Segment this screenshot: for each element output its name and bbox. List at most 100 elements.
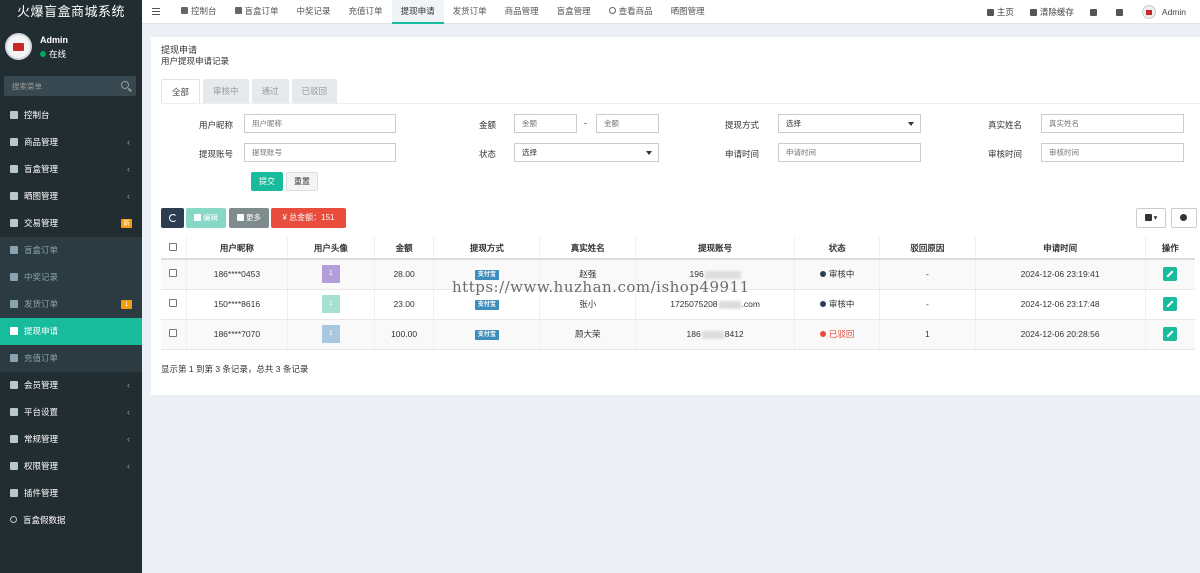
- column-header[interactable]: 金额: [373, 237, 434, 260]
- user-avatar-thumb[interactable]: 1: [321, 295, 340, 313]
- nickname-input[interactable]: [244, 114, 396, 133]
- row-checkbox[interactable]: [169, 299, 178, 307]
- nav-tab[interactable]: 提现申请: [391, 0, 444, 24]
- columns-toggle-button[interactable]: ▾: [1136, 208, 1166, 228]
- filter-tab[interactable]: 全部: [161, 79, 201, 103]
- sidebar-item[interactable]: 中奖记录: [0, 264, 142, 291]
- filter-tab[interactable]: 审核中: [203, 79, 249, 103]
- nav-tab[interactable]: 盲盒订单: [226, 0, 288, 24]
- filter-tab[interactable]: 已驳回: [291, 79, 338, 103]
- sidebar-item[interactable]: 会员管理 ‹: [0, 372, 142, 399]
- nav-tab[interactable]: 查看商品: [600, 0, 662, 24]
- nav-tab[interactable]: 盲盒管理: [548, 0, 600, 24]
- sidebar-item[interactable]: 平台设置 ‹: [0, 399, 142, 426]
- nav-tab[interactable]: 发货订单: [444, 0, 496, 24]
- amount-min-input[interactable]: [514, 114, 577, 133]
- sidebar-item[interactable]: 提现申请: [0, 318, 142, 345]
- refresh-button[interactable]: [161, 208, 184, 228]
- nav-tab-label: 中奖记录: [296, 6, 331, 16]
- sidebar-item[interactable]: 商品管理 ‹: [0, 129, 142, 156]
- edit-icon[interactable]: [1163, 267, 1178, 282]
- reset-button[interactable]: 重置: [286, 172, 318, 191]
- total-amount-button[interactable]: ¥ 总金额：151: [271, 208, 346, 228]
- sidebar-item[interactable]: 充值订单: [0, 345, 142, 372]
- sidebar-item[interactable]: 控制台: [0, 102, 142, 129]
- sidebar-item-label: 权限管理: [24, 461, 59, 471]
- amount-max-input[interactable]: [596, 114, 659, 133]
- column-header[interactable]: 提现方式: [433, 237, 540, 260]
- refresh-icon: [168, 214, 177, 223]
- operation-cell: [1144, 259, 1195, 290]
- sidebar-item[interactable]: 插件管理: [0, 480, 142, 507]
- sidebar-item[interactable]: 盲盒管理 ‹: [0, 156, 142, 183]
- row-checkbox[interactable]: [169, 269, 178, 278]
- group-icon: [10, 461, 18, 470]
- chevron-left-icon: ‹: [127, 407, 130, 417]
- submit-button[interactable]: 提交: [251, 172, 283, 191]
- review-time-input[interactable]: [1041, 143, 1184, 162]
- status-cell: 已驳回: [794, 319, 880, 350]
- admin-label: Admin: [1161, 7, 1186, 17]
- account-input[interactable]: [244, 143, 396, 162]
- nickname-cell: 186****0453: [185, 259, 288, 290]
- sidebar-item[interactable]: 交易管理 新: [0, 210, 142, 237]
- sidebar-item[interactable]: 盲盒假数据: [0, 507, 142, 534]
- sidebar-item[interactable]: 权限管理 ‹: [0, 453, 142, 480]
- translate-button[interactable]: [1082, 0, 1108, 24]
- nav-tab-label: 盲盒订单: [244, 6, 279, 16]
- user-status: 在线: [40, 48, 66, 60]
- nav-tab[interactable]: 控制台: [172, 0, 226, 24]
- edit-button[interactable]: 编辑: [186, 208, 226, 228]
- nickname-cell: 150****8616: [185, 289, 288, 320]
- sidebar-item[interactable]: 发货订单 1: [0, 291, 142, 318]
- nav-tab-label: 盲盒管理: [556, 6, 591, 16]
- menu-toggle-icon[interactable]: [152, 8, 160, 15]
- home-icon: [986, 8, 994, 16]
- account-mask: [701, 330, 724, 339]
- edit-icon[interactable]: [1163, 327, 1178, 341]
- column-header[interactable]: 提现账号: [634, 237, 795, 260]
- table-row[interactable]: 186****7070 1 100.00 支付宝 顾大荣 186 8412 已驳回 1 2024-…: [161, 319, 1195, 350]
- home-link[interactable]: 主页: [979, 0, 1022, 24]
- gift-icon: [10, 164, 18, 173]
- fullscreen-button[interactable]: [1108, 0, 1134, 24]
- nav-tab[interactable]: 中奖记录: [288, 0, 340, 24]
- apply-time-cell: 2024-12-06 23:17:48: [974, 289, 1146, 320]
- column-header[interactable]: 操作: [1144, 237, 1195, 260]
- menu-search-input[interactable]: [4, 76, 114, 96]
- user-avatar-thumb[interactable]: 1: [321, 265, 340, 284]
- row-checkbox[interactable]: [169, 329, 178, 337]
- column-header[interactable]: 申请时间: [974, 237, 1146, 260]
- nav-tab-label: 控制台: [191, 6, 217, 16]
- trophy-icon: [10, 272, 18, 281]
- column-header[interactable]: 用户昵称: [185, 237, 288, 260]
- sidebar-item[interactable]: 盲盒订单: [0, 237, 142, 264]
- select-all-checkbox[interactable]: [169, 242, 178, 251]
- rocket-icon: [10, 488, 18, 497]
- user-avatar-thumb[interactable]: 1: [321, 325, 340, 343]
- filter-tab[interactable]: 通过: [251, 79, 289, 103]
- nav-tab[interactable]: 充值订单: [340, 0, 392, 24]
- status-select[interactable]: 选择: [514, 143, 659, 162]
- nav-tab[interactable]: 商品管理: [496, 0, 548, 24]
- sidebar-item[interactable]: 晒图管理 ‹: [0, 183, 142, 210]
- status-dot-icon: [819, 271, 826, 277]
- column-header[interactable]: 用户头像: [286, 237, 375, 260]
- column-header[interactable]: 驳回原因: [879, 237, 976, 260]
- nickname-cell: 186****7070: [185, 319, 288, 350]
- search-toggle-button[interactable]: [1171, 208, 1197, 228]
- sidebar-item[interactable]: 常规管理 ‹: [0, 426, 142, 453]
- more-button[interactable]: 更多: [229, 208, 269, 228]
- method-select[interactable]: 选择: [778, 114, 921, 133]
- status-label: 审核中: [828, 269, 855, 280]
- edit-icon[interactable]: [1163, 297, 1178, 311]
- admin-menu[interactable]: Admin: [1134, 0, 1200, 24]
- column-header[interactable]: 真实姓名: [539, 237, 636, 260]
- search-icon[interactable]: [121, 81, 129, 89]
- apply-time-input[interactable]: [778, 143, 921, 162]
- column-header[interactable]: 状态: [794, 237, 880, 260]
- realname-input[interactable]: [1041, 114, 1184, 133]
- nav-tab[interactable]: 晒图管理: [662, 0, 714, 24]
- app-title[interactable]: 火爆盲盒商城系统: [0, 0, 142, 24]
- clear-cache-button[interactable]: 清除缓存: [1022, 0, 1082, 24]
